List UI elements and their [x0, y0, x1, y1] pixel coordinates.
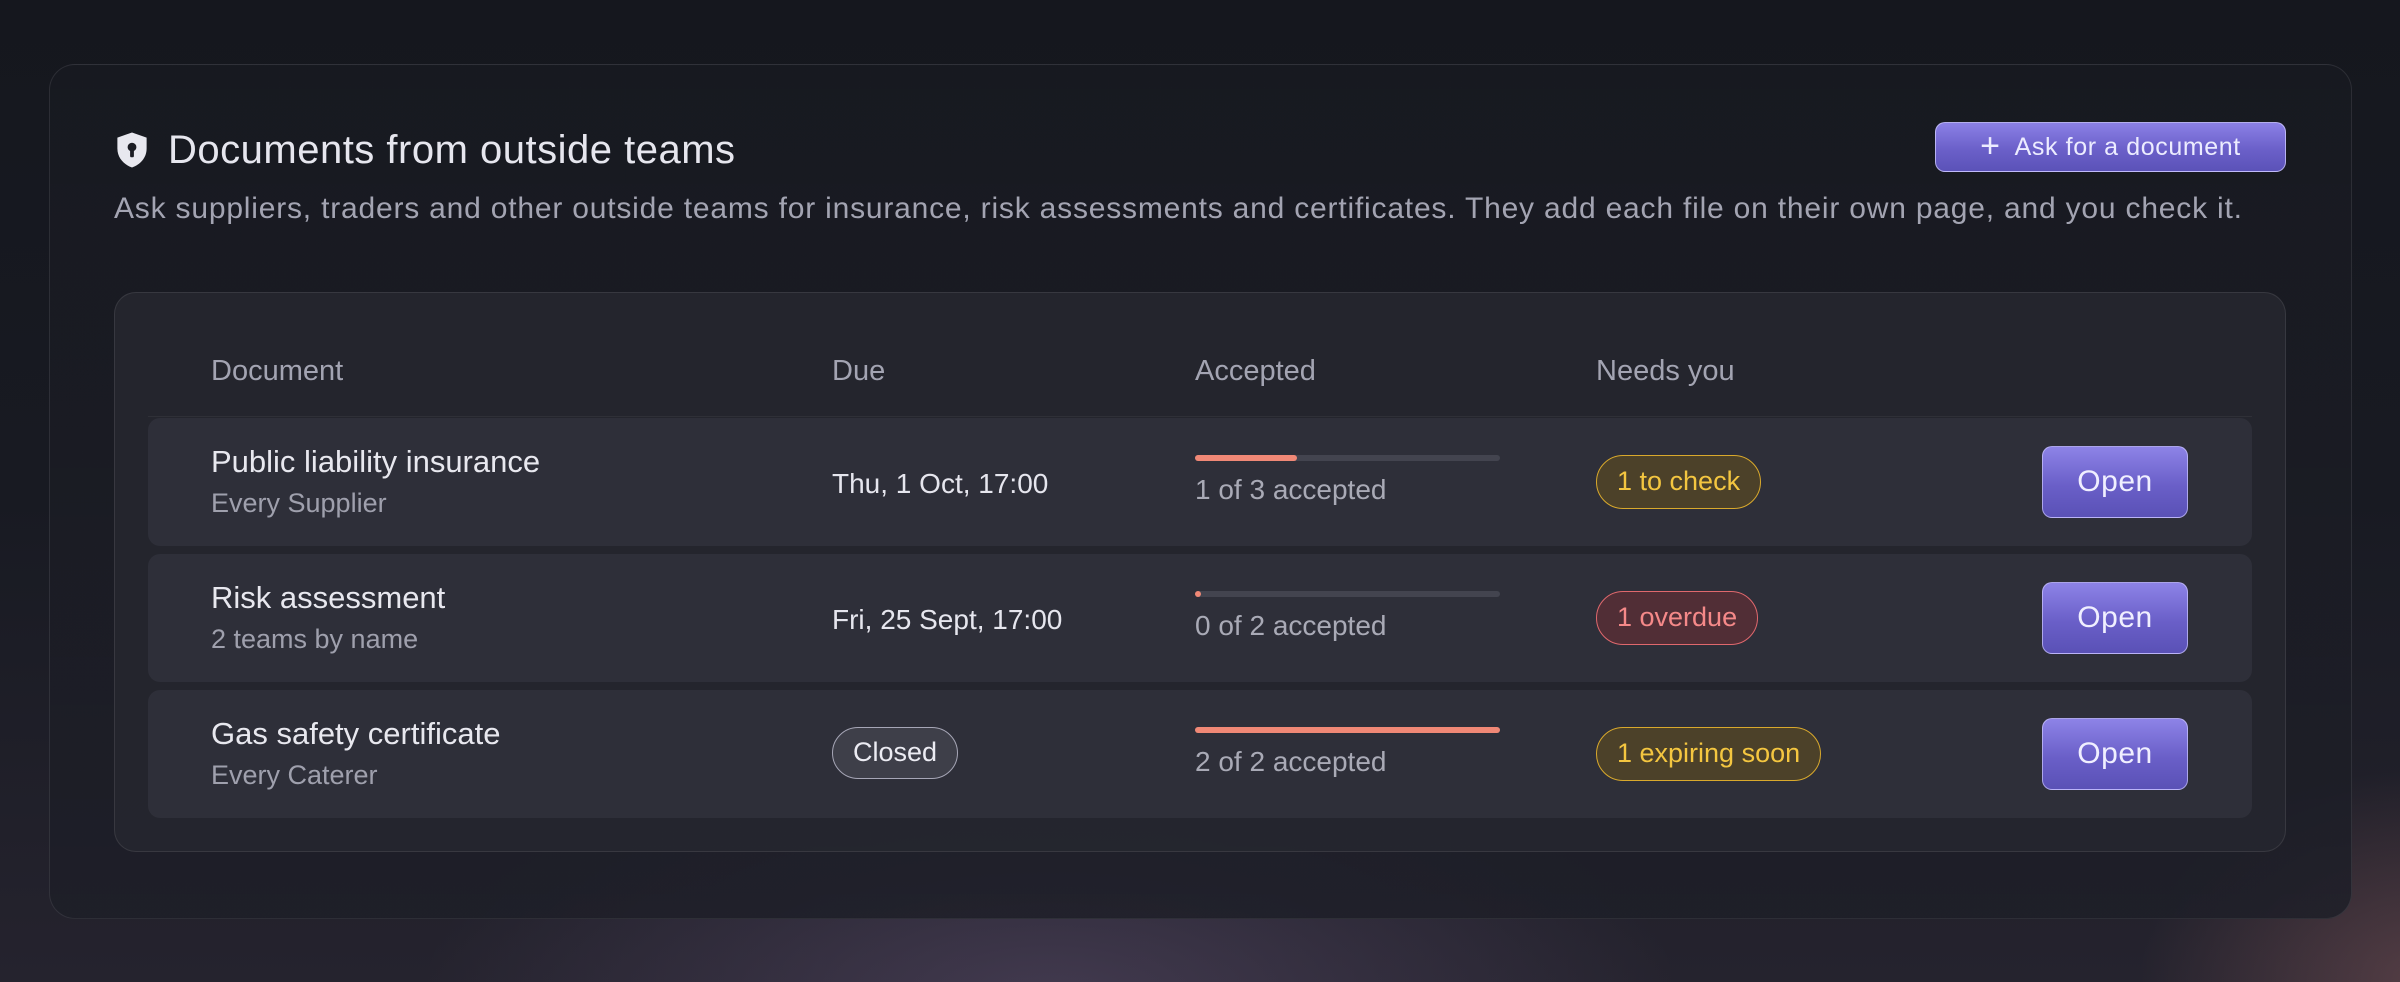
due-date: Thu, 1 Oct, 17:00 [832, 468, 1049, 499]
document-name: Gas safety certificate [211, 716, 501, 751]
column-header-accepted: Accepted [1195, 355, 1316, 387]
document-audience: Every Supplier [211, 488, 387, 518]
document-audience: 2 teams by name [211, 624, 419, 654]
document-name: Public liability insurance [211, 444, 541, 479]
open-button[interactable]: Open [2042, 718, 2188, 790]
accepted-progress-fill [1195, 591, 1201, 597]
panel-description: Ask suppliers, traders and other outside… [114, 192, 2243, 225]
accepted-count: 0 of 2 accepted [1195, 610, 1387, 641]
document-name: Risk assessment [211, 580, 446, 615]
column-header-due: Due [832, 355, 886, 387]
column-header-document: Document [211, 355, 344, 387]
shield-lock-icon [117, 132, 147, 168]
ask-for-document-label: Ask for a document [2014, 132, 2241, 161]
open-button[interactable]: Open [2042, 582, 2188, 654]
accepted-progress-bar [1195, 591, 1500, 597]
accepted-progress-fill [1195, 455, 1297, 461]
status-badge: 1 overdue [1596, 591, 1759, 645]
accepted-count: 2 of 2 accepted [1195, 746, 1387, 777]
panel-header: Documents from outside teams [114, 122, 736, 178]
open-button[interactable]: Open [2042, 446, 2188, 518]
status-badge: 1 to check [1596, 455, 1762, 509]
due-date: Fri, 25 Sept, 17:00 [832, 604, 1063, 635]
accepted-count: 1 of 3 accepted [1195, 474, 1387, 505]
accepted-progress-bar [1195, 455, 1500, 461]
plus-icon: + [1980, 126, 2001, 165]
ask-for-document-button[interactable]: + Ask for a document [1935, 122, 2286, 172]
document-audience: Every Caterer [211, 760, 378, 790]
column-header-needs-you: Needs you [1596, 355, 1735, 387]
accepted-progress-fill [1195, 727, 1500, 733]
page-title: Documents from outside teams [168, 127, 736, 172]
header-divider [148, 416, 2252, 417]
accepted-progress-bar [1195, 727, 1500, 733]
closed-chip: Closed [832, 727, 959, 779]
status-badge: 1 expiring soon [1596, 727, 1822, 781]
